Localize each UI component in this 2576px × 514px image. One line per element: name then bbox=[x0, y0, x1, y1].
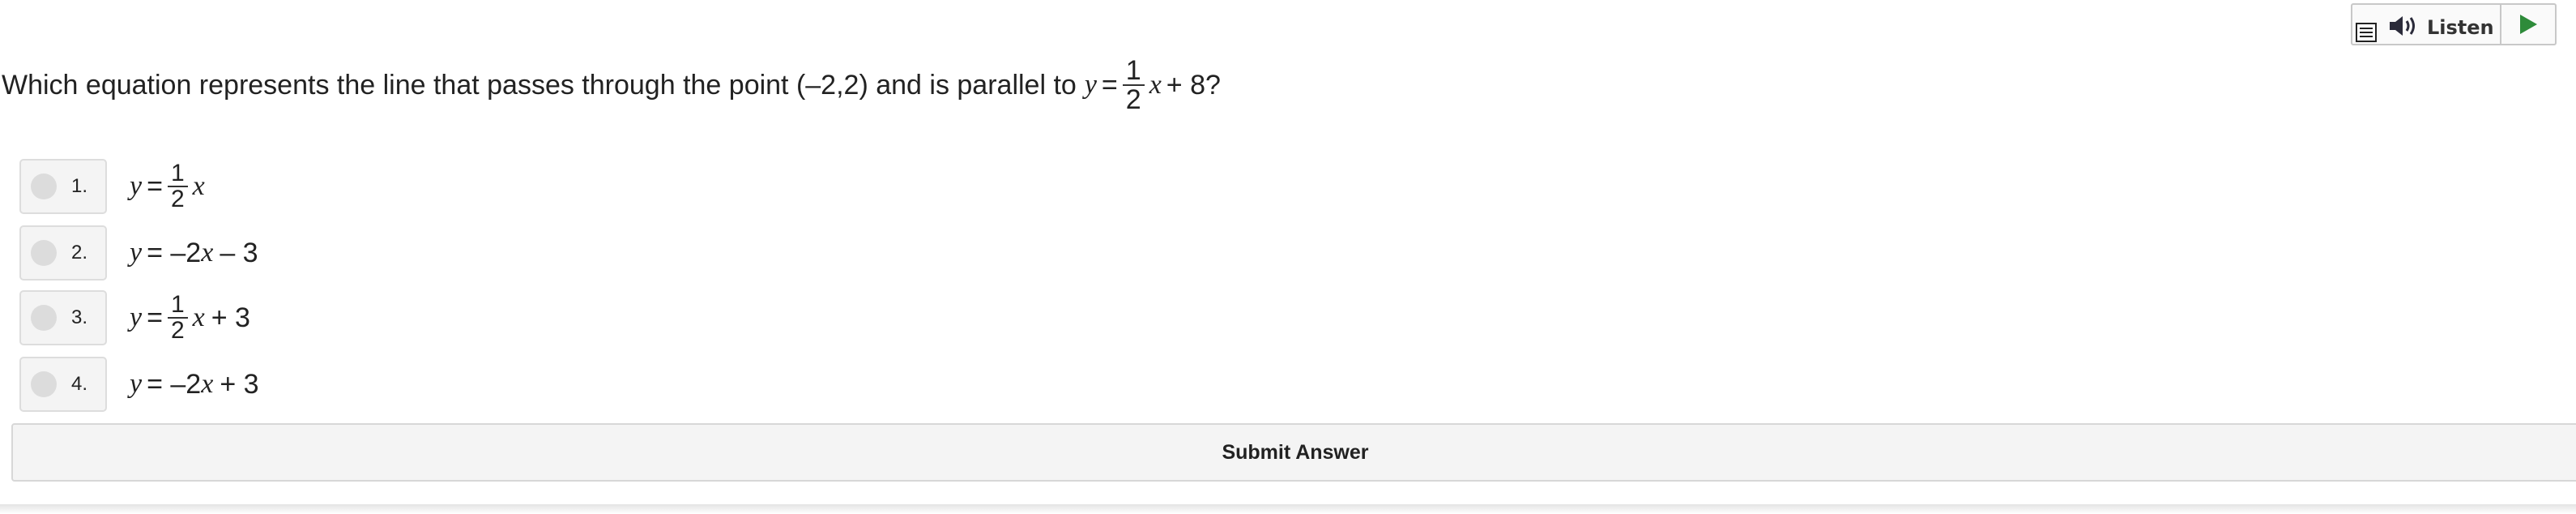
menu-icon[interactable] bbox=[2356, 23, 2377, 42]
answer-option-4[interactable]: 4. y = –2 x + 3 bbox=[19, 357, 259, 412]
math-constant: – 3 bbox=[220, 237, 258, 268]
answer-equation: y = 1 2 x + 3 bbox=[130, 293, 250, 343]
math-var-x: x bbox=[192, 302, 205, 332]
radio-button[interactable] bbox=[31, 305, 57, 331]
math-tail: + 8? bbox=[1166, 69, 1221, 101]
choice-number: 4. bbox=[71, 373, 88, 395]
play-icon bbox=[2520, 15, 2537, 34]
math-equals: = bbox=[1101, 69, 1118, 101]
math-var-y: y bbox=[130, 171, 143, 201]
choice-button[interactable]: 1. bbox=[19, 159, 107, 214]
play-button[interactable] bbox=[2501, 5, 2555, 44]
math-var-y: y bbox=[130, 302, 143, 332]
math-coefficient: = –2 bbox=[147, 368, 202, 400]
question-text: Which equation represents the line that … bbox=[2, 57, 1221, 114]
listen-button[interactable]: Listen bbox=[2352, 5, 2501, 44]
math-var-y: y bbox=[130, 369, 143, 399]
fraction-denominator: 2 bbox=[170, 186, 185, 212]
math-var-x: x bbox=[201, 238, 214, 268]
bottom-divider bbox=[0, 504, 2576, 514]
fraction: 1 2 bbox=[167, 293, 188, 344]
math-coefficient: = –2 bbox=[147, 237, 202, 268]
answer-equation: y = –2 x – 3 bbox=[130, 238, 258, 269]
question-prompt: Which equation represents the line that … bbox=[2, 69, 1077, 101]
fraction: 1 2 bbox=[167, 161, 188, 212]
fraction-denominator: 2 bbox=[1125, 84, 1141, 115]
radio-button[interactable] bbox=[31, 173, 57, 199]
answer-option-3[interactable]: 3. y = 1 2 x + 3 bbox=[19, 290, 250, 345]
math-equals: = bbox=[147, 170, 163, 202]
choice-button[interactable]: 3. bbox=[19, 290, 107, 345]
math-constant: + 3 bbox=[220, 368, 259, 400]
math-var-x: x bbox=[192, 171, 205, 201]
choice-number: 1. bbox=[71, 175, 88, 197]
choice-number: 3. bbox=[71, 306, 88, 328]
choice-number: 2. bbox=[71, 242, 88, 263]
listen-toolbar: Listen bbox=[2351, 3, 2557, 45]
choice-button[interactable]: 4. bbox=[19, 357, 107, 412]
math-var-x: x bbox=[201, 369, 214, 399]
answer-option-1[interactable]: 1. y = 1 2 x bbox=[19, 159, 205, 214]
listen-label: Listen bbox=[2427, 16, 2494, 39]
fraction-numerator: 1 bbox=[167, 161, 188, 187]
fraction-denominator: 2 bbox=[170, 317, 185, 344]
fraction-numerator: 1 bbox=[167, 293, 188, 319]
fraction: 1 2 bbox=[1122, 57, 1145, 115]
submit-answer-button[interactable]: Submit Answer bbox=[11, 423, 2576, 482]
math-var-x: x bbox=[1149, 70, 1162, 100]
radio-button[interactable] bbox=[31, 240, 57, 266]
choice-button[interactable]: 2. bbox=[19, 225, 107, 281]
math-constant: + 3 bbox=[211, 302, 250, 333]
answer-equation: y = 1 2 x bbox=[130, 161, 205, 212]
speaker-icon bbox=[2390, 16, 2415, 36]
answer-option-2[interactable]: 2. y = –2 x – 3 bbox=[19, 225, 258, 281]
answer-equation: y = –2 x + 3 bbox=[130, 369, 259, 400]
math-equals: = bbox=[147, 302, 163, 333]
math-var-y: y bbox=[1084, 70, 1097, 100]
radio-button[interactable] bbox=[31, 371, 57, 397]
fraction-numerator: 1 bbox=[1122, 57, 1145, 86]
math-var-y: y bbox=[130, 238, 143, 268]
